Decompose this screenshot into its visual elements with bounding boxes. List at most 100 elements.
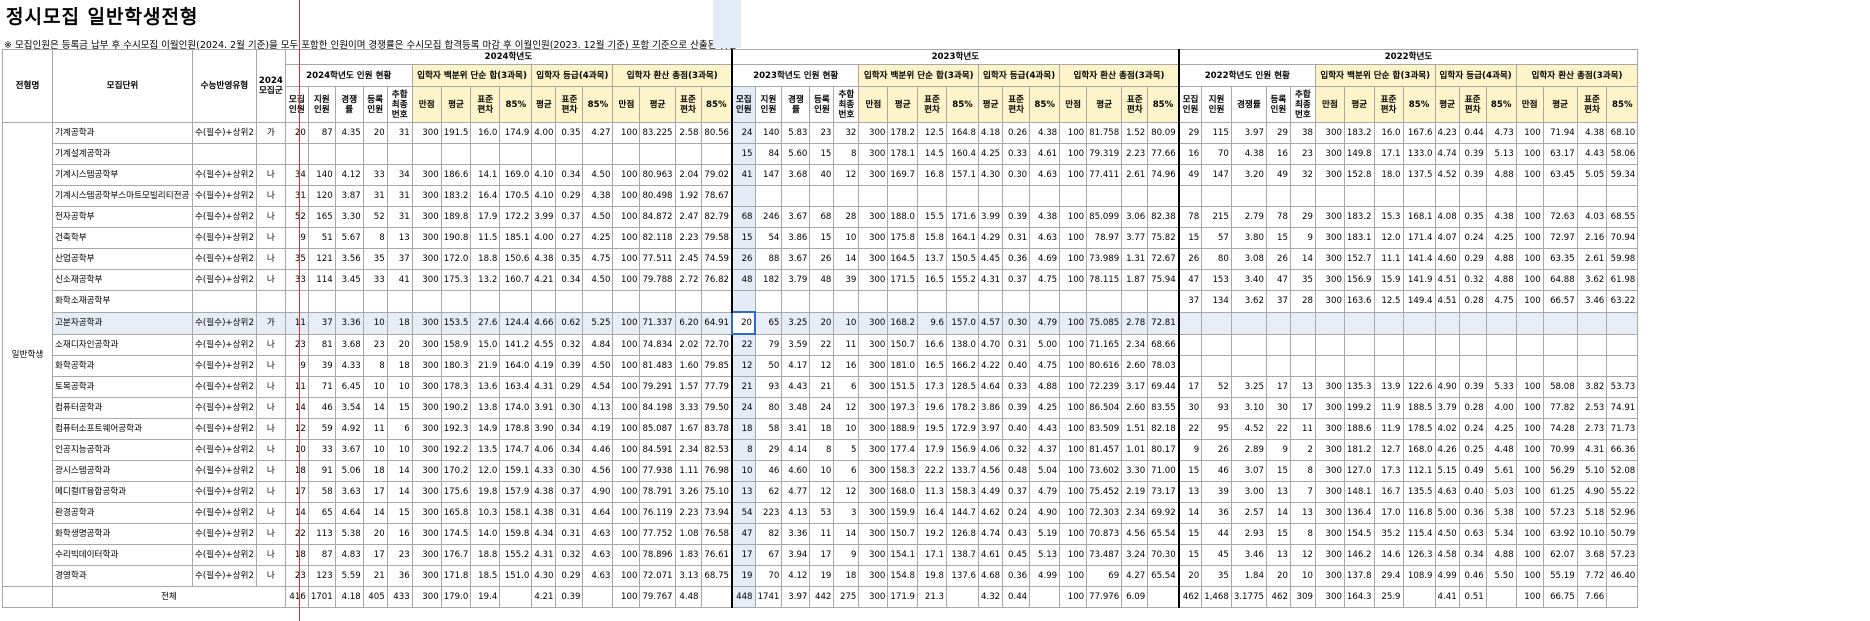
- data-cell[interactable]: 81.758: [1086, 122, 1123, 144]
- data-cell[interactable]: 155.2: [946, 269, 980, 291]
- data-cell[interactable]: 5.13: [1485, 143, 1517, 165]
- data-cell[interactable]: 100: [1059, 333, 1088, 356]
- data-cell[interactable]: 100: [1059, 502, 1088, 524]
- data-cell[interactable]: 11: [833, 333, 860, 356]
- header-status-y2024[interactable]: 2024학년도 인원 현황: [284, 64, 413, 87]
- data-cell[interactable]: 4.90: [1029, 502, 1061, 524]
- data-cell[interactable]: 146.2: [1343, 544, 1375, 566]
- data-cell[interactable]: 0.31: [555, 502, 584, 524]
- data-cell[interactable]: 100: [1515, 248, 1544, 270]
- data-cell[interactable]: 0.24: [1002, 502, 1031, 524]
- data-cell[interactable]: [582, 290, 614, 313]
- header-col-pct[interactable]: 표준 편차: [1373, 86, 1404, 123]
- data-cell[interactable]: 17.9: [470, 206, 501, 228]
- data-cell[interactable]: 10: [362, 439, 388, 461]
- data-cell[interactable]: 26: [1201, 439, 1232, 461]
- data-cell[interactable]: 300: [1314, 269, 1345, 291]
- data-cell[interactable]: [411, 143, 442, 165]
- data-cell[interactable]: 4.45: [978, 248, 1004, 270]
- data-cell[interactable]: 175.8: [887, 227, 919, 249]
- data-cell[interactable]: 23: [1289, 143, 1316, 165]
- data-cell[interactable]: 52: [1201, 376, 1232, 398]
- data-cell[interactable]: 4.12: [781, 565, 811, 587]
- data-cell[interactable]: 5: [833, 439, 860, 461]
- data-cell[interactable]: 82.18: [1147, 418, 1180, 440]
- type-cell[interactable]: [192, 143, 257, 165]
- data-cell[interactable]: 26: [731, 248, 756, 270]
- data-cell[interactable]: [1485, 333, 1517, 356]
- data-cell[interactable]: 0.37: [555, 206, 584, 228]
- data-cell[interactable]: 10: [833, 311, 860, 335]
- data-cell[interactable]: 183.2: [1343, 206, 1375, 228]
- data-cell[interactable]: 76.82: [700, 269, 733, 291]
- data-cell[interactable]: 88: [754, 248, 783, 270]
- data-cell[interactable]: 0.26: [1002, 122, 1031, 144]
- data-cell[interactable]: 3.94: [781, 544, 811, 566]
- data-cell[interactable]: 9: [284, 355, 309, 377]
- total-cell[interactable]: [1606, 586, 1639, 608]
- data-cell[interactable]: 159.1: [499, 460, 533, 482]
- data-cell[interactable]: 0.32: [1458, 269, 1487, 291]
- data-cell[interactable]: 1.01: [1121, 439, 1149, 461]
- header-col-grade[interactable]: 평균: [978, 86, 1004, 123]
- data-cell[interactable]: 77.411: [1086, 164, 1123, 186]
- data-cell[interactable]: [1434, 355, 1460, 377]
- data-cell[interactable]: 2.93: [1230, 523, 1267, 545]
- data-cell[interactable]: 0.24: [1458, 418, 1487, 440]
- data-cell[interactable]: [386, 290, 413, 313]
- data-cell[interactable]: 22: [1265, 418, 1291, 440]
- data-cell[interactable]: [1265, 355, 1291, 377]
- data-cell[interactable]: 69.92: [1147, 502, 1180, 524]
- header-col-status[interactable]: 모집 인원: [284, 86, 309, 123]
- data-cell[interactable]: 72.70: [700, 333, 733, 356]
- data-cell[interactable]: 4.43: [1029, 418, 1061, 440]
- data-cell[interactable]: 5.10: [1576, 460, 1608, 482]
- data-cell[interactable]: 54: [754, 227, 783, 249]
- data-cell[interactable]: 121: [307, 248, 336, 270]
- total-cell[interactable]: 7.66: [1576, 586, 1608, 608]
- unit-cell[interactable]: 토목공학과: [52, 376, 193, 398]
- data-cell[interactable]: 19: [809, 565, 835, 587]
- data-cell[interactable]: 3.24: [1121, 544, 1149, 566]
- data-cell[interactable]: 1.60: [674, 355, 702, 377]
- data-cell[interactable]: 2.72: [674, 269, 702, 291]
- data-cell[interactable]: 120: [307, 185, 336, 207]
- data-cell[interactable]: 30: [1177, 397, 1203, 419]
- data-cell[interactable]: 4.06: [531, 439, 557, 461]
- data-cell[interactable]: 16: [833, 355, 860, 377]
- data-cell[interactable]: 29: [1177, 122, 1203, 144]
- data-cell[interactable]: 3.25: [781, 311, 811, 335]
- data-cell[interactable]: 165.8: [440, 502, 472, 524]
- data-cell[interactable]: 77.82: [1542, 397, 1578, 419]
- data-cell[interactable]: 17: [284, 481, 309, 503]
- total-cell[interactable]: 462: [1265, 586, 1291, 608]
- data-cell[interactable]: 16.5: [917, 269, 948, 291]
- data-cell[interactable]: 0.28: [1458, 290, 1487, 313]
- data-cell[interactable]: 199.2: [1343, 397, 1375, 419]
- data-cell[interactable]: 300: [411, 502, 442, 524]
- data-cell[interactable]: 5.38: [334, 523, 364, 545]
- data-cell[interactable]: 0.29: [1458, 248, 1487, 270]
- data-cell[interactable]: [1201, 311, 1232, 335]
- data-cell[interactable]: 17: [362, 481, 388, 503]
- data-cell[interactable]: [1059, 290, 1088, 313]
- type-cell[interactable]: 수(필수)+상위2: [192, 333, 257, 356]
- header-col-conv[interactable]: 평균: [1542, 86, 1578, 123]
- data-cell[interactable]: 4.30: [978, 164, 1004, 186]
- data-cell[interactable]: 100: [1059, 164, 1088, 186]
- data-cell[interactable]: 2.58: [674, 122, 702, 144]
- data-cell[interactable]: 300: [1314, 164, 1345, 186]
- data-cell[interactable]: 66.57: [1542, 290, 1578, 313]
- data-cell[interactable]: 16: [386, 523, 413, 545]
- data-cell[interactable]: 2.34: [674, 439, 702, 461]
- data-cell[interactable]: 17.1: [1373, 143, 1404, 165]
- data-cell[interactable]: 150.7: [887, 523, 919, 545]
- data-cell[interactable]: 13: [731, 481, 756, 503]
- data-cell[interactable]: 4.88: [1029, 376, 1061, 398]
- data-cell[interactable]: 4.33: [531, 460, 557, 482]
- data-cell[interactable]: 4.31: [978, 269, 1004, 291]
- data-cell[interactable]: 18.0: [1373, 164, 1404, 186]
- data-cell[interactable]: 3.54: [334, 397, 364, 419]
- data-cell[interactable]: 0.36: [1458, 502, 1487, 524]
- header-col-pct[interactable]: 표준 편차: [470, 86, 501, 123]
